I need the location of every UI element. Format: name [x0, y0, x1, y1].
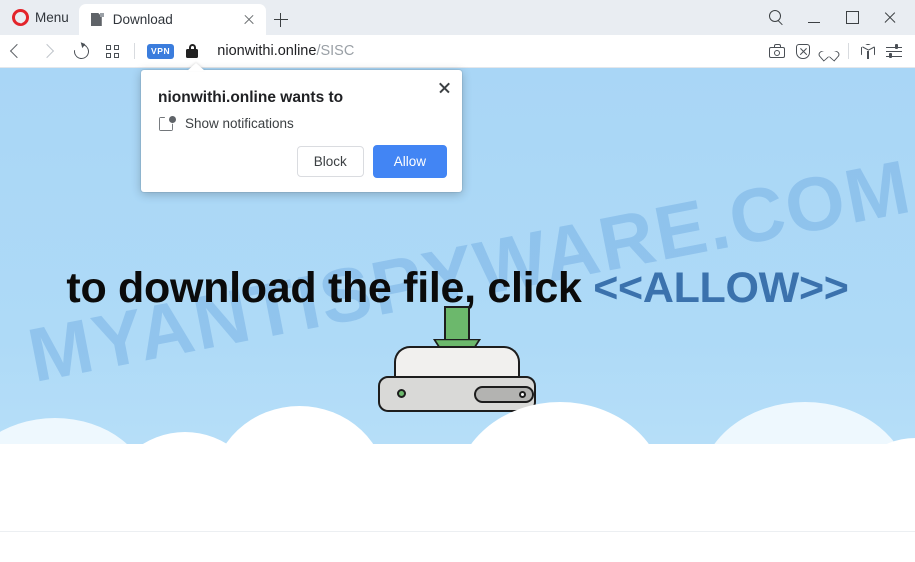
tab-islands-button[interactable]: [96, 35, 128, 68]
back-button[interactable]: [0, 35, 32, 68]
minimize-button[interactable]: [795, 0, 833, 35]
browser-window: Menu Download VPN nionwithi.online /SISC…: [0, 0, 915, 562]
allow-button[interactable]: Allow: [372, 144, 447, 178]
toolbar-divider-2: [848, 43, 849, 59]
url-path: /SISC: [316, 43, 355, 59]
permission-row: Show notifications: [159, 116, 294, 131]
opera-menu-button[interactable]: Menu: [0, 0, 79, 35]
opera-logo-icon: [12, 9, 29, 26]
notification-permission-dialog: nionwithi.online wants to Show notificat…: [141, 70, 462, 192]
camera-icon[interactable]: [764, 35, 790, 68]
menu-label: Menu: [35, 10, 69, 25]
maximize-button[interactable]: [833, 0, 871, 35]
toolbar-right-icons: [764, 35, 915, 68]
url-input[interactable]: nionwithi.online/SISC: [217, 43, 764, 59]
headline-accent: <<ALLOW>>: [593, 264, 849, 312]
window-close-button[interactable]: [871, 0, 909, 35]
toolbar-divider: [134, 43, 135, 59]
window-controls: [757, 0, 915, 35]
cloud-bank: [0, 332, 915, 562]
shield-block-icon[interactable]: [790, 35, 816, 68]
permission-label: Show notifications: [185, 116, 294, 131]
tab-strip: Menu Download: [0, 0, 915, 35]
tab-close-icon[interactable]: [240, 11, 258, 29]
dialog-pointer: [187, 63, 205, 71]
dialog-title: nionwithi.online wants to: [158, 89, 344, 106]
lock-icon[interactable]: [181, 41, 203, 61]
status-bar: [0, 531, 915, 562]
notification-icon: [159, 116, 176, 133]
dialog-close-icon[interactable]: [436, 79, 453, 96]
grid-icon: [106, 44, 119, 58]
search-icon[interactable]: [757, 0, 795, 35]
file-page-icon: [90, 12, 104, 27]
cube-icon[interactable]: [855, 35, 881, 68]
address-bar: VPN nionwithi.online/SISC: [0, 35, 915, 68]
dialog-actions: Block Allow: [296, 144, 447, 178]
url-host: nionwithi.online: [217, 43, 317, 59]
tab-download[interactable]: Download: [78, 4, 266, 35]
new-tab-button[interactable]: [266, 4, 296, 35]
headline-text: to download the file, click: [66, 264, 594, 312]
sliders-icon[interactable]: [881, 35, 907, 68]
reload-button[interactable]: [64, 35, 96, 68]
forward-button[interactable]: [32, 35, 64, 68]
block-button[interactable]: Block: [296, 145, 364, 177]
vpn-badge[interactable]: VPN: [147, 43, 175, 59]
heart-icon[interactable]: [816, 35, 842, 68]
tab-title: Download: [112, 12, 173, 27]
